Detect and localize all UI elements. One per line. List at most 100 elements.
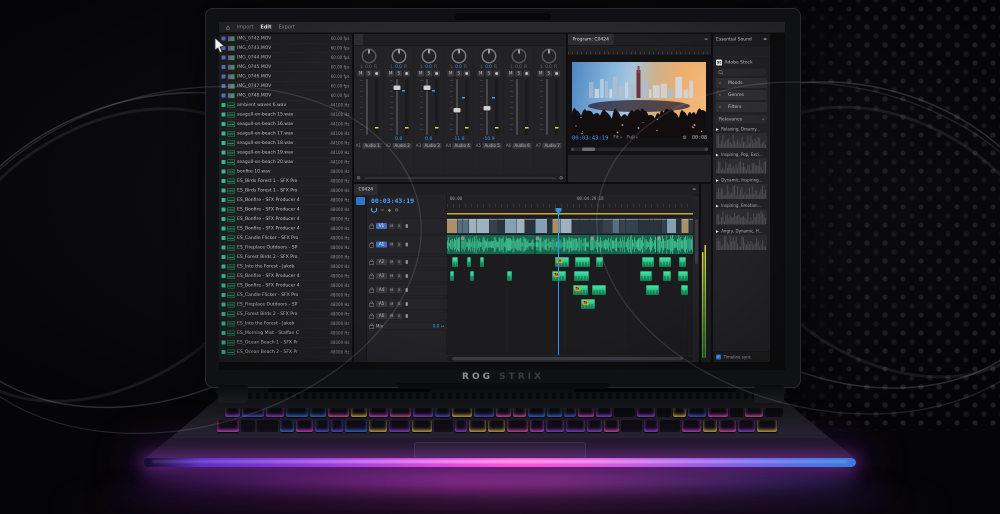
lock-icon[interactable]	[370, 225, 375, 229]
fader-handle[interactable]	[484, 106, 491, 111]
volume-fader[interactable]	[516, 79, 518, 135]
timeline-sync-row[interactable]: ✓ Timeline sync	[713, 352, 770, 363]
audio-clip[interactable]	[592, 285, 606, 295]
add-marker-icon[interactable]: ◆	[388, 208, 391, 213]
record-button[interactable]: ●	[434, 71, 441, 77]
project-file-list[interactable]: IMG_0742.MOV 60.00 fps IMG_0743.MOV 60.0…	[219, 34, 352, 357]
lock-icon[interactable]	[370, 261, 375, 265]
track-badge[interactable]: A6	[376, 313, 387, 319]
volume-fader[interactable]	[456, 79, 458, 135]
audio-clip[interactable]	[679, 257, 686, 267]
track-header[interactable]: A5 M S	[367, 298, 447, 310]
project-file-row[interactable]: ES_Bonfire - SFX Producer 4 48000 Hz	[219, 215, 352, 225]
project-file-row[interactable]: seagull-on-beach 16.wav 44100 Hz	[219, 120, 352, 130]
mute-button[interactable]: M	[508, 71, 515, 77]
project-file-row[interactable]: bonfire 10.wav 48000 Hz	[219, 167, 352, 177]
project-file-row[interactable]: ES_Bonfire - SFX Producer 4 48000 Hz	[219, 281, 352, 291]
track-badge[interactable]: A2	[376, 259, 387, 265]
expand-icon[interactable]: ↔	[441, 324, 444, 329]
volume-fader[interactable]	[366, 79, 368, 135]
channel-name[interactable]: Audio 7	[543, 143, 562, 149]
mixer-tab[interactable]	[354, 34, 363, 45]
track-solo-button[interactable]: S	[397, 301, 403, 307]
audio-clip[interactable]	[659, 257, 671, 267]
track-solo-button[interactable]: S	[397, 259, 403, 265]
sequence-tab[interactable]: C0424	[354, 184, 378, 195]
volume-fader[interactable]	[546, 79, 548, 135]
volume-fader[interactable]	[426, 79, 428, 135]
stock-audio-item[interactable]: ▶ Dynamic, Inspiring...	[716, 177, 767, 200]
lock-icon[interactable]	[370, 303, 375, 307]
track-header[interactable]: V1 M S	[367, 218, 447, 234]
pan-knob[interactable]	[451, 49, 466, 64]
audio-clip[interactable]	[575, 257, 590, 267]
hand-tool[interactable]	[356, 260, 365, 268]
accordion-row[interactable]: › Filters	[716, 102, 767, 112]
mixer-hscrollbar[interactable]	[364, 177, 556, 179]
track-header[interactable]: A3 M S	[367, 270, 447, 282]
project-file-row[interactable]: seagull-on-beach 19.wav 44100 Hz	[219, 148, 352, 158]
fader-handle[interactable]	[454, 108, 461, 113]
lock-icon[interactable]	[370, 243, 375, 247]
record-button[interactable]: ●	[524, 71, 531, 77]
timeline-settings-icon[interactable]: ⚙	[395, 208, 399, 213]
accordion-row[interactable]: › Genres	[716, 90, 767, 100]
play-icon[interactable]: ▶	[716, 127, 719, 131]
pan-knob[interactable]	[511, 49, 526, 64]
mic-icon[interactable]	[406, 274, 409, 278]
channel-name[interactable]: Audio 4	[453, 143, 472, 149]
track-solo-button[interactable]: S	[397, 273, 403, 279]
project-file-row[interactable]: ES_Fireplace Outdoors - SP 48000 Hz	[219, 300, 352, 310]
solo-button[interactable]: S	[486, 71, 493, 77]
mixer-tab[interactable]	[381, 34, 390, 45]
lock-icon[interactable]	[370, 289, 375, 293]
audio-clip[interactable]	[646, 285, 659, 295]
scrubber-handle[interactable]	[582, 148, 595, 152]
mix-track-header[interactable]: Mix 0.0 ↔	[367, 322, 447, 330]
program-timecode[interactable]: 00:03:43:19	[572, 134, 608, 141]
audio-clip[interactable]	[678, 271, 688, 281]
solo-button[interactable]: S	[456, 71, 463, 77]
audio-clip[interactable]	[467, 257, 471, 267]
lock-icon[interactable]	[370, 315, 375, 319]
ripple-edit-tool[interactable]	[356, 218, 365, 226]
record-button[interactable]: ●	[374, 71, 381, 77]
solo-button[interactable]: S	[396, 71, 403, 77]
project-file-row[interactable]: ES_Candle Flicker - SFX Pro 48000 Hz	[219, 291, 352, 301]
track-header[interactable]: A2 M S	[367, 256, 447, 268]
audio-clip[interactable]	[596, 257, 603, 267]
snap-icon[interactable]	[371, 208, 377, 213]
mute-button[interactable]: M	[478, 71, 485, 77]
play-icon[interactable]: ▶	[716, 229, 719, 233]
project-file-row[interactable]: ES_Bonfire - SFX Producer 4 48000 Hz	[219, 196, 352, 206]
project-file-row[interactable]: ES_Candle Flicker - SFX Pro 48000 Hz	[219, 234, 352, 244]
stock-audio-item[interactable]: ▶ Angry, Dynamic, H...	[716, 228, 767, 251]
project-file-row[interactable]: seagull-on-beach 15.wav 44100 Hz	[219, 110, 352, 120]
track-solo-button[interactable]: S	[397, 223, 403, 229]
track-solo-button[interactable]: S	[397, 242, 403, 248]
project-file-row[interactable]: ES_Forest Birds 2 - SFX Pro 48000 Hz	[219, 310, 352, 320]
pan-knob[interactable]	[361, 49, 376, 64]
project-file-row[interactable]: IMG_0742.MOV 60.00 fps	[219, 34, 352, 44]
pen-tool[interactable]	[356, 250, 365, 258]
mute-button[interactable]: M	[448, 71, 455, 77]
solo-button[interactable]: S	[516, 71, 523, 77]
track-badge[interactable]: A5	[376, 301, 387, 307]
project-file-row[interactable]: ES_Bonfire - SFX Producer 4 48000 Hz	[219, 205, 352, 215]
project-file-row[interactable]: ES_Ocean Beach 1 - SFX Pr 48000 Hz	[219, 338, 352, 348]
fader-handle[interactable]	[394, 85, 401, 90]
mic-icon[interactable]	[406, 260, 409, 264]
menu-edit[interactable]: Edit	[260, 25, 271, 31]
track-badge[interactable]: A3	[376, 273, 387, 279]
track-header[interactable]: A1 M S	[367, 235, 447, 254]
channel-name[interactable]: Audio 3	[423, 143, 442, 149]
track-badge[interactable]: A1	[376, 242, 387, 248]
track-mute-button[interactable]: M	[389, 301, 395, 307]
timeline-hscrollbar[interactable]	[447, 357, 693, 362]
project-file-row[interactable]: ES_Morning Mist - Staffan C 48000 Hz	[219, 329, 352, 339]
timeline-vscrollbar[interactable]	[695, 219, 698, 264]
solo-button[interactable]: S	[366, 71, 373, 77]
project-file-row[interactable]: ambient waves 6.wav 44100 Hz	[219, 101, 352, 111]
mixer-tab[interactable]	[363, 34, 372, 45]
project-file-row[interactable]: ES_Ocean Beach 2 - SFX Pr 48000 Hz	[219, 348, 352, 358]
